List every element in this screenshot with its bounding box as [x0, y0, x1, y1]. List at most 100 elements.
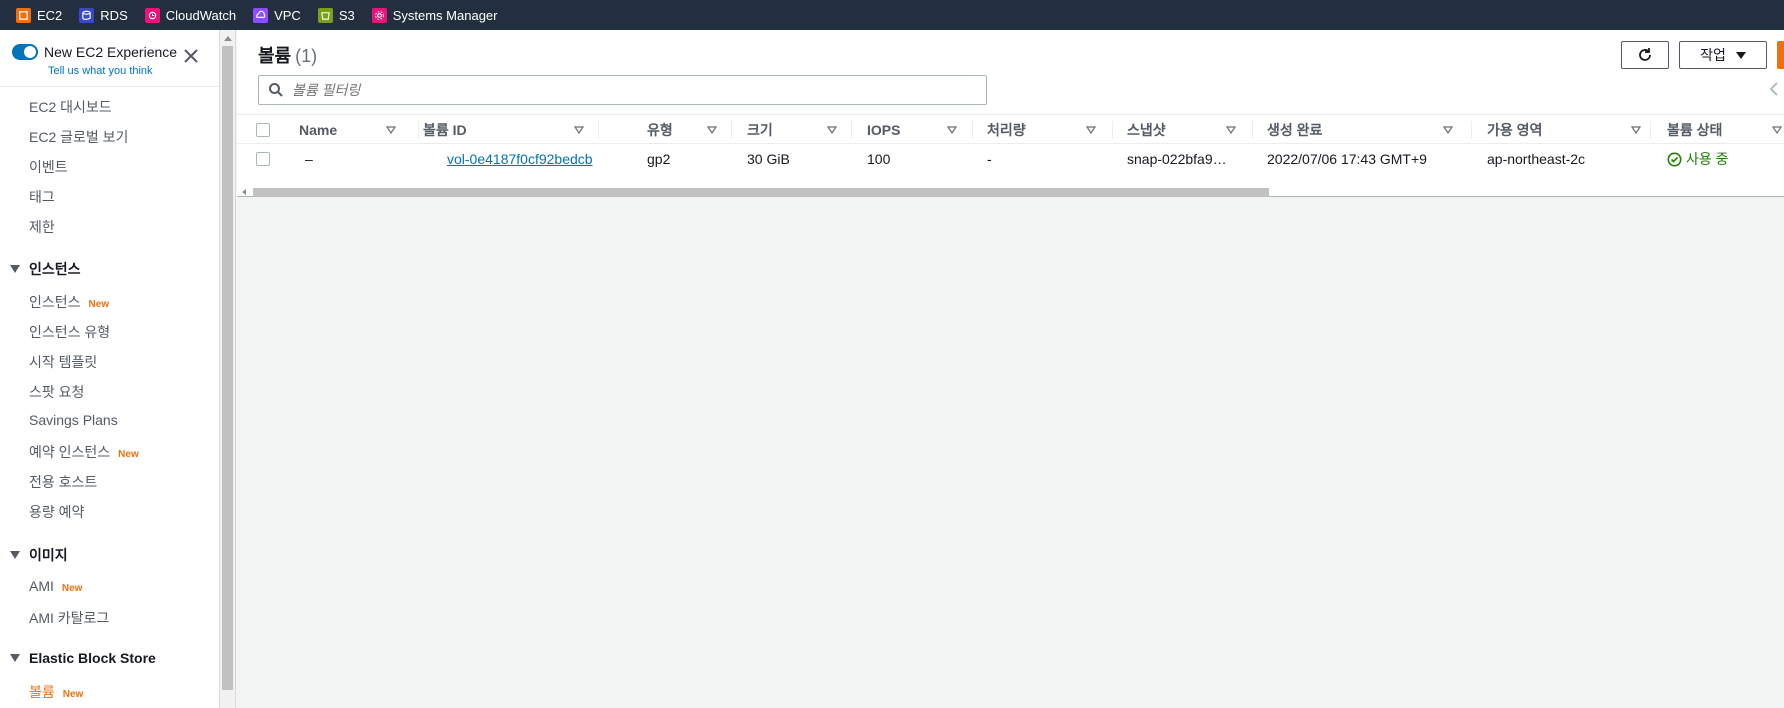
sidebar-item-limits[interactable]: 제한 [29, 217, 55, 237]
favorite-cloudwatch[interactable]: CloudWatch [144, 7, 236, 23]
sort-caret-icon [1086, 126, 1096, 134]
column-header-availability-zone[interactable]: 가용 영역 [1487, 115, 1641, 145]
sidebar-item-instances[interactable]: 인스턴스 New [29, 292, 109, 312]
scrollbar-thumb[interactable] [253, 188, 1269, 197]
column-label: 볼륨 ID [423, 122, 467, 138]
row-checkbox[interactable] [256, 152, 270, 166]
nav-label: 볼륨 [29, 684, 55, 700]
volume-filter-search[interactable] [258, 75, 987, 105]
favorite-label: EC2 [37, 7, 63, 23]
column-divider[interactable] [1252, 121, 1253, 139]
new-experience-toggle[interactable]: New EC2 Experience [12, 44, 177, 60]
cell-availability-zone: ap-northeast-2c [1487, 151, 1586, 167]
sidebar-item-ec2-global-view[interactable]: EC2 글로벌 보기 [29, 127, 128, 147]
scroll-up-arrow-icon[interactable] [224, 36, 232, 41]
new-badge: New [118, 449, 139, 460]
chevron-left-icon[interactable] [1767, 80, 1781, 98]
column-label: 유형 [647, 122, 673, 138]
favorite-label: VPC [274, 7, 301, 23]
refresh-button[interactable] [1621, 41, 1669, 69]
column-divider[interactable] [972, 121, 973, 139]
table-horizontal-scrollbar[interactable] [237, 188, 1784, 197]
table-row[interactable]: – vol-0e4187f0cf92bedcb gp2 30 GiB 100 -… [237, 144, 1784, 174]
actions-dropdown-button[interactable]: 작업 [1679, 41, 1767, 69]
sidebar-item-capacity-reservations[interactable]: 용량 예약 [29, 502, 84, 522]
favorite-vpc[interactable]: VPC [253, 7, 301, 23]
favorite-label: S3 [338, 7, 355, 23]
column-header-snapshot[interactable]: 스냅샷 [1127, 115, 1237, 145]
sort-caret-icon [827, 126, 837, 134]
column-header-size[interactable]: 크기 [747, 115, 847, 145]
toggle-switch[interactable] [12, 44, 38, 60]
column-header-created[interactable]: 생성 완료 [1267, 115, 1457, 145]
column-divider[interactable] [418, 121, 419, 139]
sidebar-item-reserved-instances[interactable]: 예약 인스턴스 New [29, 442, 139, 462]
sidebar-item-dedicated-hosts[interactable]: 전용 호스트 [29, 472, 97, 492]
cell-iops: 100 [867, 151, 891, 167]
caret-down-icon [10, 551, 20, 559]
sort-caret-icon [1631, 126, 1641, 134]
sort-caret-icon [386, 126, 396, 134]
vpc-icon [253, 7, 269, 23]
scroll-left-arrow-icon[interactable] [242, 189, 246, 195]
sidebar-item-savings-plans[interactable]: Savings Plans [29, 412, 118, 428]
column-divider[interactable] [1471, 121, 1472, 139]
sort-caret-icon [574, 126, 584, 134]
close-icon[interactable] [182, 47, 200, 65]
sidebar-item-launch-templates[interactable]: 시작 템플릿 [29, 352, 97, 372]
sidebar-item-instance-types[interactable]: 인스턴스 유형 [29, 322, 110, 342]
nav-label: AMI [29, 578, 54, 594]
column-divider[interactable] [1112, 121, 1113, 139]
column-header-throughput[interactable]: 처리량 [987, 115, 1097, 145]
sidebar-item-tags[interactable]: 태그 [29, 187, 55, 207]
cell-type: gp2 [647, 151, 671, 167]
column-divider[interactable] [1650, 121, 1651, 139]
favorite-s3[interactable]: S3 [317, 7, 355, 23]
scrollbar-thumb[interactable] [222, 46, 233, 690]
column-divider[interactable] [851, 121, 852, 139]
cell-snapshot: snap-022bfa9… [1127, 151, 1227, 167]
section-title: Elastic Block Store [29, 650, 156, 666]
favorite-ec2[interactable]: EC2 [16, 7, 63, 23]
volumes-panel: 볼륨(1) 작업 Name 볼륨 ID [237, 30, 1784, 197]
page-title-text: 볼륨 [258, 46, 292, 66]
column-label: 생성 완료 [1267, 122, 1323, 138]
sidebar-section-instances[interactable]: 인스턴스 [10, 259, 81, 279]
favorite-systems-manager[interactable]: Systems Manager [371, 7, 497, 23]
sidebar-item-events[interactable]: 이벤트 [29, 157, 68, 177]
sidebar-section-ebs[interactable]: Elastic Block Store [10, 650, 156, 666]
table-header: Name 볼륨 ID 유형 크기 IOPS 처리량 스냅샷 생성 완료 가용 영… [237, 114, 1784, 144]
create-volume-button[interactable] [1777, 41, 1784, 69]
sidebar-item-spot-requests[interactable]: 스팟 요청 [29, 382, 84, 402]
column-header-name[interactable]: Name [299, 115, 409, 145]
cell-size: 30 GiB [747, 151, 790, 167]
sort-caret-icon [1443, 126, 1453, 134]
column-header-volume-id[interactable]: 볼륨 ID [423, 115, 593, 145]
sidebar-scrollbar[interactable] [220, 30, 236, 708]
sidebar-item-volumes[interactable]: 볼륨 New [29, 682, 83, 702]
cell-volume-id-link[interactable]: vol-0e4187f0cf92bedcb [447, 144, 593, 174]
page-title: 볼륨 (1) [258, 42, 317, 68]
nav-label: 예약 인스턴스 [29, 444, 111, 460]
column-divider[interactable] [731, 121, 732, 139]
favorite-rds[interactable]: RDS [79, 7, 128, 23]
sidebar-item-ec2-dashboard[interactable]: EC2 대시보드 [29, 97, 112, 117]
column-header-type[interactable]: 유형 [647, 115, 727, 145]
sidebar-section-images[interactable]: 이미지 [10, 545, 68, 565]
ec2-icon [16, 7, 31, 23]
new-badge: New [61, 583, 83, 594]
search-input[interactable] [292, 82, 972, 98]
feedback-link[interactable]: Tell us what you think [48, 65, 153, 77]
new-badge: New [88, 299, 110, 310]
sidebar-item-ami-catalog[interactable]: AMI 카탈로그 [29, 608, 109, 628]
cloudwatch-icon [144, 7, 160, 23]
sidebar-item-ami[interactable]: AMI New [29, 578, 82, 594]
sort-caret-icon [1226, 126, 1236, 134]
column-label: 크기 [747, 122, 773, 138]
column-divider[interactable] [598, 121, 599, 139]
column-header-volume-status[interactable]: 볼륨 상태 [1667, 115, 1784, 145]
sort-caret-icon [1772, 126, 1782, 134]
column-header-iops[interactable]: IOPS [867, 115, 967, 145]
select-all-checkbox[interactable] [256, 123, 270, 137]
section-title: 인스턴스 [29, 261, 81, 277]
